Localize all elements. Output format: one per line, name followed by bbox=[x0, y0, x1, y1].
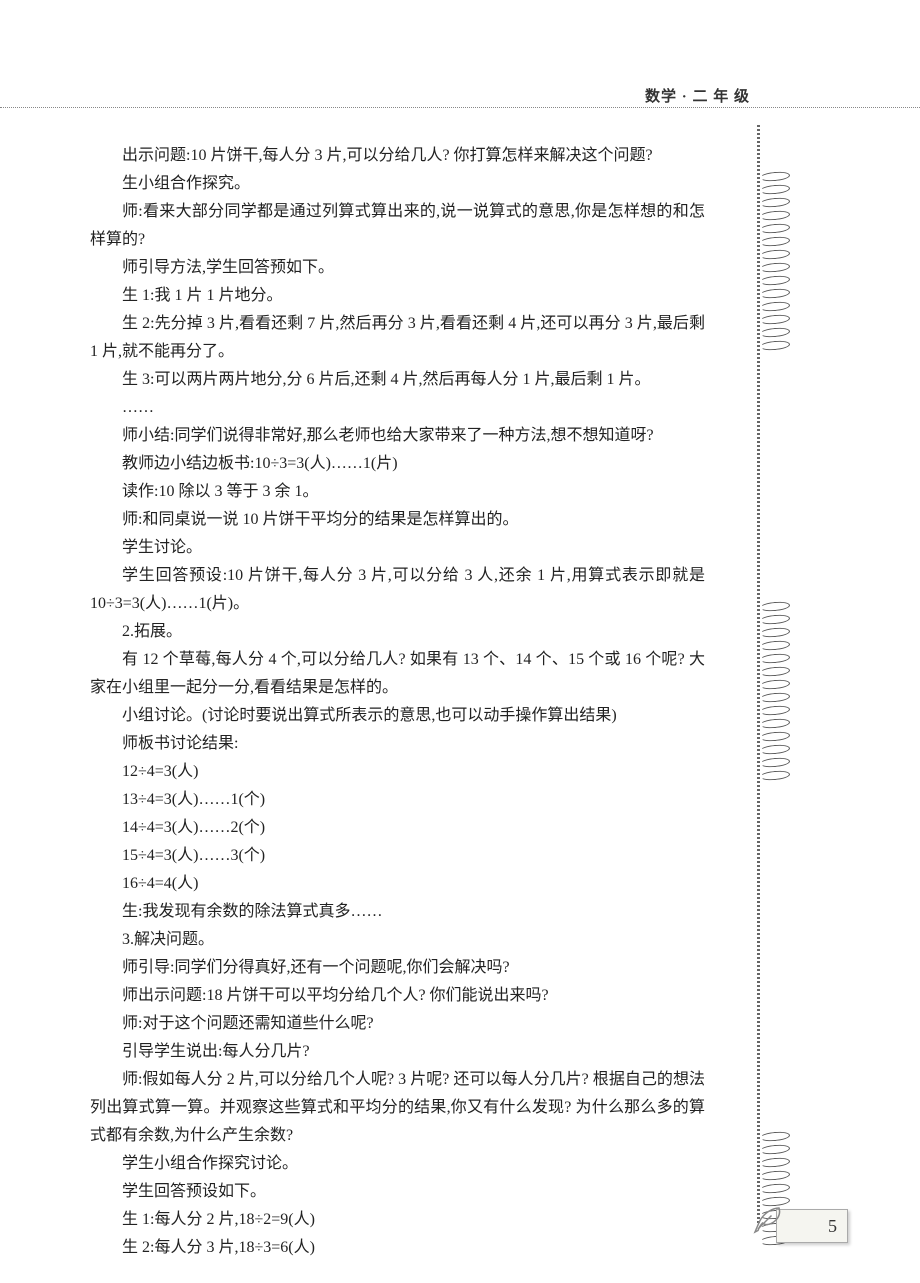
page-number: 5 bbox=[828, 1216, 837, 1237]
spiral-ring-icon bbox=[760, 313, 792, 324]
paragraph: 生 3:可以两片两片地分,分 6 片后,还剩 4 片,然后再每人分 1 片,最后… bbox=[90, 366, 705, 394]
spiral-ring-icon bbox=[760, 287, 792, 298]
paragraph: 师:假如每人分 2 片,可以分给几个人呢? 3 片呢? 还可以每人分几片? 根据… bbox=[90, 1066, 705, 1150]
spiral-ring-icon bbox=[760, 639, 792, 650]
feather-icon bbox=[749, 1202, 785, 1238]
spiral-ring-icon bbox=[760, 613, 792, 624]
paragraph: 师引导:同学们分得真好,还有一个问题呢,你们会解决吗? bbox=[90, 954, 705, 982]
paragraph: 出示问题:10 片饼干,每人分 3 片,可以分给几人? 你打算怎样来解决这个问题… bbox=[90, 142, 705, 170]
paragraph: 小组讨论。(讨论时要说出算式所表示的意思,也可以动手操作算出结果) bbox=[90, 702, 705, 730]
paragraph: 师:看来大部分同学都是通过列算式算出来的,说一说算式的意思,你是怎样想的和怎样算… bbox=[90, 198, 705, 254]
equation: 12÷4=3(人) bbox=[90, 758, 705, 786]
spiral-ring-icon bbox=[760, 717, 792, 728]
paragraph: 3.解决问题。 bbox=[90, 926, 705, 954]
paragraph: 学生回答预设如下。 bbox=[90, 1178, 705, 1206]
spiral-ring-icon bbox=[760, 183, 792, 194]
spiral-ring-icon bbox=[760, 248, 792, 259]
spiral-binding-group bbox=[760, 170, 792, 352]
spiral-ring-icon bbox=[760, 652, 792, 663]
page: 数学 · 二 年 级 出示问题:10 片饼干,每人分 3 片,可以分给几人? 你… bbox=[0, 0, 920, 1283]
spiral-ring-icon bbox=[760, 1143, 792, 1154]
spiral-ring-icon bbox=[760, 730, 792, 741]
paragraph: 生:我发现有余数的除法算式真多…… bbox=[90, 898, 705, 926]
spiral-ring-icon bbox=[760, 300, 792, 311]
paragraph: 生 1:我 1 片 1 片地分。 bbox=[90, 282, 705, 310]
spiral-ring-icon bbox=[760, 691, 792, 702]
paragraph: 师板书讨论结果: bbox=[90, 730, 705, 758]
paragraph: 师小结:同学们说得非常好,那么老师也给大家带来了一种方法,想不想知道呀? bbox=[90, 422, 705, 450]
paragraph: 生小组合作探究。 bbox=[90, 170, 705, 198]
paragraph: 2.拓展。 bbox=[90, 618, 705, 646]
spiral-ring-icon bbox=[760, 600, 792, 611]
spiral-ring-icon bbox=[760, 743, 792, 754]
spiral-ring-icon bbox=[760, 326, 792, 337]
body-text: 出示问题:10 片饼干,每人分 3 片,可以分给几人? 你打算怎样来解决这个问题… bbox=[90, 142, 705, 1262]
spiral-ring-icon bbox=[760, 626, 792, 637]
paragraph: 师:和同桌说一说 10 片饼干平均分的结果是怎样算出的。 bbox=[90, 506, 705, 534]
equation: 16÷4=4(人) bbox=[90, 870, 705, 898]
spiral-ring-icon bbox=[760, 339, 792, 350]
paragraph: 读作:10 除以 3 等于 3 余 1。 bbox=[90, 478, 705, 506]
spiral-ring-icon bbox=[760, 769, 792, 780]
equation: 13÷4=3(人)……1(个) bbox=[90, 786, 705, 814]
spiral-ring-icon bbox=[760, 1169, 792, 1180]
spiral-ring-icon bbox=[760, 756, 792, 767]
paragraph: 生 1:每人分 2 片,18÷2=9(人) bbox=[90, 1206, 705, 1234]
spiral-ring-icon bbox=[760, 1182, 792, 1193]
equation: 15÷4=3(人)……3(个) bbox=[90, 842, 705, 870]
paragraph: 师引导方法,学生回答预如下。 bbox=[90, 254, 705, 282]
paragraph: 学生小组合作探究讨论。 bbox=[90, 1150, 705, 1178]
spiral-ring-icon bbox=[760, 261, 792, 272]
spiral-ring-icon bbox=[760, 222, 792, 233]
page-header: 数学 · 二 年 级 bbox=[645, 85, 750, 106]
paragraph: 引导学生说出:每人分几片? bbox=[90, 1038, 705, 1066]
spiral-binding-group bbox=[760, 600, 792, 782]
paragraph: 学生讨论。 bbox=[90, 534, 705, 562]
spiral-ring-icon bbox=[760, 235, 792, 246]
spiral-ring-icon bbox=[760, 704, 792, 715]
subject-grade: 数学 · 二 年 级 bbox=[645, 89, 750, 105]
paragraph: 生 2:每人分 3 片,18÷3=6(人) bbox=[90, 1234, 705, 1262]
paragraph: 教师边小结边板书:10÷3=3(人)……1(片) bbox=[90, 450, 705, 478]
header-rule bbox=[0, 107, 920, 108]
spiral-ring-icon bbox=[760, 678, 792, 689]
equation: 14÷4=3(人)……2(个) bbox=[90, 814, 705, 842]
spiral-ring-icon bbox=[760, 209, 792, 220]
paragraph: 有 12 个草莓,每人分 4 个,可以分给几人? 如果有 13 个、14 个、1… bbox=[90, 646, 705, 702]
paragraph: 师:对于这个问题还需知道些什么呢? bbox=[90, 1010, 705, 1038]
paragraph: 生 2:先分掉 3 片,看看还剩 7 片,然后再分 3 片,看看还剩 4 片,还… bbox=[90, 310, 705, 366]
page-number-box: 5 bbox=[776, 1209, 848, 1243]
spiral-ring-icon bbox=[760, 1130, 792, 1141]
spiral-ring-icon bbox=[760, 170, 792, 181]
paragraph: 学生回答预设:10 片饼干,每人分 3 片,可以分给 3 人,还余 1 片,用算… bbox=[90, 562, 705, 618]
spiral-ring-icon bbox=[760, 196, 792, 207]
spiral-ring-icon bbox=[760, 274, 792, 285]
paragraph: …… bbox=[90, 394, 705, 422]
spiral-ring-icon bbox=[760, 665, 792, 676]
paragraph: 师出示问题:18 片饼干可以平均分给几个人? 你们能说出来吗? bbox=[90, 982, 705, 1010]
spiral-ring-icon bbox=[760, 1156, 792, 1167]
